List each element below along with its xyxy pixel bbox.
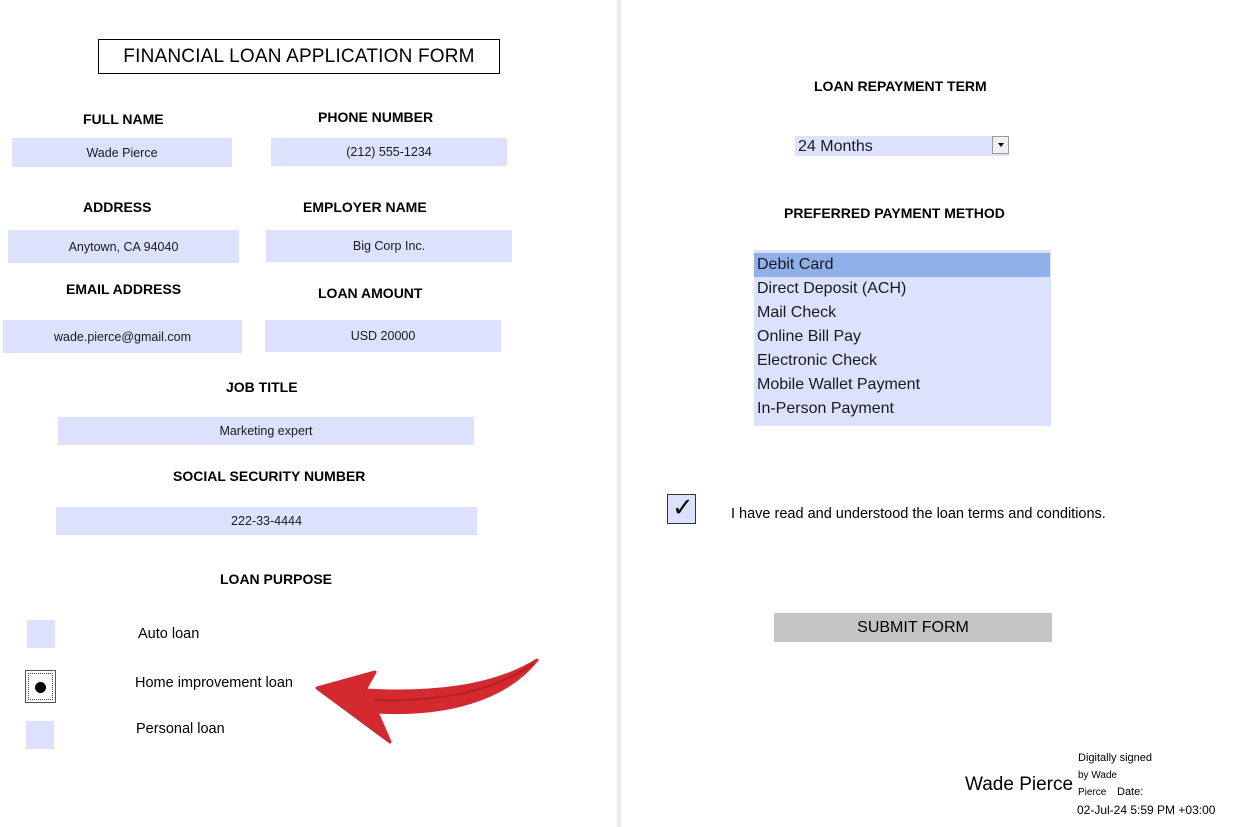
list-item[interactable]: Mobile Wallet Payment — [754, 373, 1050, 397]
address-field[interactable]: Anytown, CA 94040 — [8, 230, 239, 263]
signature-line-1: Digitally signed — [1078, 752, 1152, 764]
radio-personal-loan[interactable] — [26, 721, 54, 749]
payment-method-listbox[interactable]: Debit Card Direct Deposit (ACH) Mail Che… — [754, 250, 1051, 426]
address-label: ADDRESS — [83, 199, 152, 215]
email-address-label: EMAIL ADDRESS — [66, 281, 182, 297]
repayment-term-value: 24 Months — [798, 138, 873, 155]
terms-label: I have read and understood the loan term… — [731, 506, 1106, 522]
job-title-field[interactable]: Marketing expert — [58, 417, 474, 445]
loan-amount-field[interactable]: USD 20000 — [265, 320, 501, 352]
checkmark-icon: ✓ — [672, 493, 694, 523]
full-name-label: FULL NAME — [83, 111, 164, 127]
employer-name-label: EMPLOYER NAME — [303, 199, 427, 215]
arrow-shape — [315, 658, 539, 744]
list-item[interactable]: In-Person Payment — [754, 397, 1050, 421]
ssn-label: SOCIAL SECURITY NUMBER — [173, 468, 366, 484]
loan-amount-label: LOAN AMOUNT — [318, 285, 423, 301]
submit-form-button[interactable]: SUBMIT FORM — [774, 613, 1052, 642]
signature-line-2: by Wade — [1078, 770, 1118, 781]
list-item[interactable]: Online Bill Pay — [754, 325, 1050, 349]
radio-personal-loan-label: Personal loan — [136, 721, 225, 737]
repayment-term-label: LOAN REPAYMENT TERM — [814, 78, 987, 94]
radio-home-improvement-loan[interactable] — [25, 670, 56, 703]
repayment-term-select[interactable]: 24 Months — [795, 136, 1009, 156]
form-title: FINANCIAL LOAN APPLICATION FORM — [98, 39, 500, 74]
phone-number-label: PHONE NUMBER — [318, 109, 434, 125]
list-item[interactable]: Debit Card — [754, 253, 1050, 277]
loan-purpose-label: LOAN PURPOSE — [220, 571, 333, 587]
signature-date: 02-Jul-24 5:59 PM +03:00 — [1077, 803, 1216, 817]
signature-name: Wade Pierce — [965, 774, 1074, 795]
signature-line-3b: Date: — [1117, 786, 1144, 798]
red-arrow-annotation — [315, 658, 539, 744]
payment-method-label: PREFERRED PAYMENT METHOD — [784, 205, 1005, 221]
phone-number-field[interactable]: (212) 555-1234 — [271, 138, 507, 166]
email-address-field[interactable]: wade.pierce@gmail.com — [3, 320, 242, 353]
radio-selected-dot — [35, 682, 46, 693]
list-item[interactable]: Electronic Check — [754, 349, 1050, 373]
list-item[interactable]: Direct Deposit (ACH) — [754, 277, 1050, 301]
full-name-field[interactable]: Wade Pierce — [12, 138, 232, 167]
ssn-field[interactable]: 222-33-4444 — [56, 507, 477, 535]
employer-name-field[interactable]: Big Corp Inc. — [266, 230, 512, 262]
signature-line-3a: Pierce — [1078, 787, 1107, 798]
list-item[interactable]: Mail Check — [754, 301, 1050, 325]
radio-auto-loan[interactable] — [27, 620, 55, 648]
page-divider — [617, 0, 621, 827]
radio-auto-loan-label: Auto loan — [138, 626, 200, 642]
terms-checkbox[interactable]: ✓ — [667, 493, 696, 524]
job-title-label: JOB TITLE — [226, 379, 298, 395]
chevron-down-icon[interactable] — [992, 136, 1009, 154]
radio-home-improvement-loan-label: Home improvement loan — [135, 675, 293, 691]
